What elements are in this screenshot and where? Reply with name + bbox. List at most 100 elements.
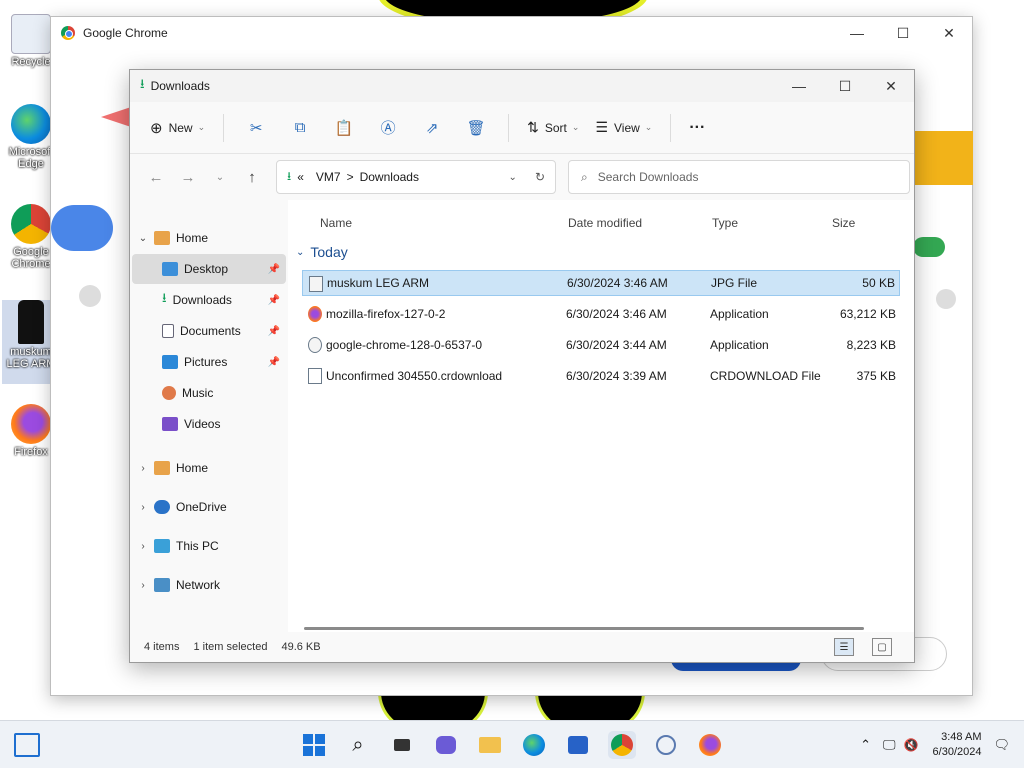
nav-tree-this-pc[interactable]: › This PC [132, 527, 286, 565]
group-header-today[interactable]: ⌄ Today [296, 244, 348, 260]
recycle-bin-icon [11, 14, 51, 54]
search-icon[interactable]: ⌕ [344, 731, 372, 759]
new-label: New [168, 120, 193, 135]
chrome-icon[interactable] [608, 731, 636, 759]
chevron-right-icon[interactable]: › [132, 502, 154, 513]
edge-icon[interactable] [520, 731, 548, 759]
rename-icon[interactable]: Ⓐ [373, 112, 403, 144]
nav-item-pictures[interactable]: Pictures 📌 [132, 347, 286, 377]
column-header-date[interactable]: Date modified [568, 216, 642, 230]
widgets-icon[interactable] [14, 733, 40, 757]
column-header-name[interactable]: Name [320, 216, 352, 230]
search-input[interactable]: ⌕ Search Downloads [568, 160, 910, 194]
sort-button[interactable]: ⇅ Sort ⌄ [519, 112, 587, 144]
nav-item-label: Videos [184, 417, 221, 431]
page-decoration [101, 107, 131, 127]
network-icon [154, 578, 170, 592]
minimize-button[interactable]: — [776, 71, 822, 101]
nav-item-label: Documents [180, 324, 241, 338]
pin-icon: 📌 [267, 356, 280, 368]
delete-icon[interactable]: 🗑 [461, 112, 491, 144]
navigation-pane: ⌄ Home Desktop 📌 ⭳ Downloads 📌 Documents [130, 200, 288, 634]
file-explorer-icon[interactable] [476, 731, 504, 759]
file-row[interactable]: mozilla-firefox-127-0-2 6/30/2024 3:46 A… [302, 301, 900, 327]
column-header-size[interactable]: Size [832, 216, 855, 230]
share-icon[interactable]: ⇗ [417, 112, 447, 144]
task-view-icon[interactable] [388, 731, 416, 759]
chat-icon[interactable] [432, 731, 460, 759]
address-row: ← → ⌄ ↑ ⭳ « VM7 > Downloads ⌄ ↻ ⌕ Search… [130, 154, 914, 200]
page-decoration [51, 205, 113, 251]
more-options-button[interactable]: ··· [681, 112, 713, 144]
tiles-view-icon[interactable]: ▢ [872, 638, 892, 656]
maximize-button[interactable]: ☐ [822, 71, 868, 101]
horizontal-scrollbar[interactable] [304, 627, 864, 630]
back-icon[interactable]: ← [140, 163, 172, 191]
nav-item-home[interactable]: ⌄ Home [132, 223, 286, 253]
nav-item-label: Network [176, 578, 221, 592]
nav-item-label: Downloads [172, 293, 232, 307]
recent-locations-icon[interactable]: ⌄ [204, 163, 236, 191]
clock-time: 3:48 AM [941, 731, 982, 743]
chevron-right-icon[interactable]: › [132, 463, 154, 474]
up-icon[interactable]: ↑ [236, 163, 268, 191]
network-icon[interactable]: 🖵 [883, 737, 896, 753]
column-header-type[interactable]: Type [712, 216, 738, 230]
file-row[interactable]: muskum LEG ARM 6/30/2024 3:46 AM JPG Fil… [302, 270, 900, 296]
desktop-icon-label: Google Chrome [11, 246, 51, 270]
chevron-right-icon[interactable]: › [132, 580, 154, 591]
forward-icon[interactable]: → [172, 163, 204, 191]
close-button[interactable]: ✕ [926, 18, 972, 48]
firefox-icon[interactable] [696, 731, 724, 759]
installer-icon[interactable] [652, 731, 680, 759]
store-icon[interactable] [564, 731, 592, 759]
nav-item-downloads[interactable]: ⭳ Downloads 📌 [132, 285, 286, 315]
nav-tree-onedrive[interactable]: › OneDrive [132, 488, 286, 526]
paste-icon[interactable]: 📋 [329, 112, 359, 144]
downloads-icon: ⭳ [140, 76, 145, 91]
chrome-titlebar[interactable]: Google Chrome — ☐ ✕ [51, 17, 972, 49]
firefox-installer-icon [308, 306, 322, 322]
view-button[interactable]: ☰ View ⌄ [587, 112, 660, 144]
address-segment-downloads[interactable]: Downloads [360, 170, 419, 184]
chevron-up-icon[interactable]: ⌃ [860, 737, 871, 753]
chevron-down-icon[interactable]: ⌄ [509, 172, 517, 183]
close-button[interactable]: ✕ [868, 71, 914, 101]
clock[interactable]: 3:48 AM 6/30/2024 [933, 730, 982, 760]
chrome-icon [11, 204, 51, 244]
refresh-icon[interactable]: ↻ [535, 170, 545, 184]
nav-item-videos[interactable]: Videos [132, 409, 286, 439]
file-row[interactable]: Unconfirmed 304550.crdownload 6/30/2024 … [302, 363, 900, 389]
taskbar: ⌕ ⌃ 🖵 🔇 3:48 AM 6/30/2024 🗨 [0, 720, 1024, 768]
explorer-titlebar[interactable]: ⭳ Downloads — ☐ ✕ [130, 70, 914, 102]
details-view-icon[interactable]: ☰ [834, 638, 854, 656]
address-root[interactable]: « [297, 170, 304, 184]
notification-icon[interactable]: 🗨 [993, 737, 1010, 753]
file-explorer-window[interactable]: ⭳ Downloads — ☐ ✕ ⊕ New ⌄ ✂ ⧉ 📋 Ⓐ ⇗ 🗑 ⇅ … [129, 69, 915, 663]
volume-muted-icon[interactable]: 🔇 [904, 738, 919, 752]
start-icon[interactable] [300, 731, 328, 759]
chevron-right-icon[interactable]: › [132, 541, 154, 552]
cut-icon[interactable]: ✂ [241, 112, 271, 144]
search-icon: ⌕ [581, 169, 588, 184]
status-bar: 4 items 1 item selected 49.6 KB ☰ ▢ [130, 632, 914, 662]
address-segment-vm7[interactable]: VM7 [316, 170, 341, 184]
nav-item-music[interactable]: Music [132, 378, 286, 408]
pictures-icon [162, 355, 178, 369]
maximize-button[interactable]: ☐ [880, 18, 926, 48]
sort-label: Sort [544, 120, 567, 135]
nav-item-documents[interactable]: Documents 📌 [132, 316, 286, 346]
minimize-button[interactable]: — [834, 18, 880, 48]
new-button[interactable]: ⊕ New ⌄ [142, 112, 213, 144]
nav-tree-network[interactable]: › Network [132, 566, 286, 604]
address-bar[interactable]: ⭳ « VM7 > Downloads ⌄ ↻ [276, 160, 556, 194]
chevron-down-icon[interactable]: ⌄ [132, 233, 154, 244]
nav-tree-home[interactable]: › Home [132, 449, 286, 487]
explorer-title: Downloads [150, 79, 210, 93]
clock-date: 6/30/2024 [932, 746, 982, 758]
file-type: JPG File [711, 276, 758, 290]
copy-icon[interactable]: ⧉ [285, 112, 315, 144]
nav-item-desktop[interactable]: Desktop 📌 [132, 254, 286, 284]
file-row[interactable]: google-chrome-128-0-6537-0 6/30/2024 3:4… [302, 332, 900, 358]
documents-icon [162, 324, 174, 338]
